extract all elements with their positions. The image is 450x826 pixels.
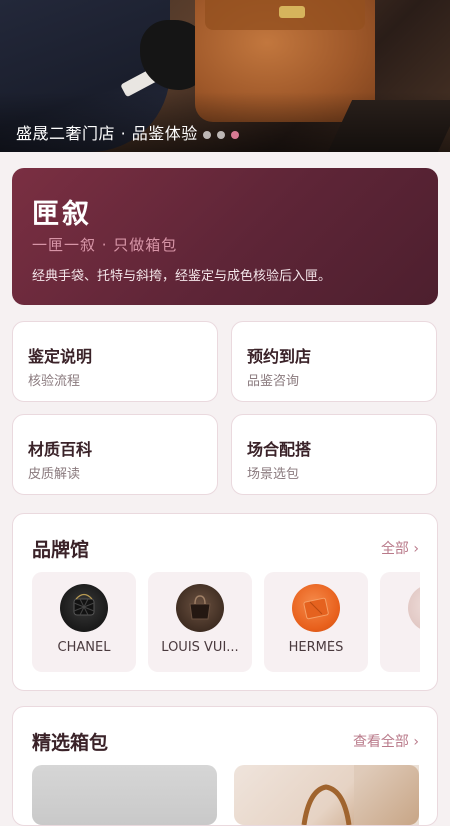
banner-caption: 盛晟二奢门店 · 品鉴体验 [16, 124, 198, 143]
quick-link-title: 预约到店 [247, 347, 312, 366]
brand-intro-card: 匣叙 一匣一叙 · 只做箱包 经典手袋、托特与斜挎，经鉴定与成色核验后入匣。 [12, 168, 438, 305]
view-all-featured-link[interactable]: 查看全部 › [353, 731, 419, 751]
brand-card-louis-vuitton[interactable]: LOUIS VUI... [148, 572, 252, 672]
quick-link-subtitle: 皮质解读 [28, 467, 81, 482]
carousel-dot[interactable] [217, 131, 225, 139]
view-all-brands-link[interactable]: 全部 › [381, 538, 419, 558]
featured-bags-section: 精选箱包 查看全部 › [12, 706, 438, 826]
carousel-dot-active[interactable] [231, 131, 239, 139]
lv-tote-bag-icon [176, 584, 224, 632]
brand-card-hermes[interactable]: HERMÈS [264, 572, 368, 672]
section-title: 品牌馆 [32, 539, 90, 561]
quick-link-appointment[interactable]: 预约到店 品鉴咨询 [231, 321, 437, 402]
hermes-orange-box-icon [292, 584, 340, 632]
brand-name: LOUIS VUI... [161, 640, 239, 655]
quick-link-authentication[interactable]: 鉴定说明 核验流程 [12, 321, 218, 402]
quick-link-title: 鉴定说明 [28, 347, 93, 366]
quick-link-subtitle: 核验流程 [28, 374, 81, 389]
quick-link-subtitle: 场景选包 [247, 467, 300, 482]
brand-tagline: 一匣一叙 · 只做箱包 [32, 236, 178, 254]
quick-link-title: 场合配搭 [247, 440, 312, 459]
section-title: 精选箱包 [32, 732, 109, 754]
hero-banner-carousel[interactable]: 盛晟二奢门店 · 品鉴体验 [0, 0, 450, 152]
brand-card-more[interactable]: D [380, 572, 420, 672]
brand-name: HERMÈS [288, 640, 344, 655]
quick-link-title: 材质百科 [28, 440, 93, 459]
brand-name: D [380, 640, 420, 655]
quick-link-subtitle: 品鉴咨询 [247, 374, 300, 389]
featured-bag-image[interactable] [234, 765, 419, 825]
brand-card-chanel[interactable]: CHANEL [32, 572, 136, 672]
brand-description: 经典手袋、托特与斜挎，经鉴定与成色核验后入匣。 [32, 269, 332, 284]
carousel-dot[interactable] [203, 131, 211, 139]
brand-bag-icon [408, 584, 420, 632]
banner-photo-lock [279, 6, 305, 18]
brand-name: CHANEL [57, 640, 111, 655]
brand-hall-section: 品牌馆 全部 › CHANEL LOUIS VUI... HERMÈS [12, 513, 438, 691]
chanel-quilted-bag-icon [60, 584, 108, 632]
brand-title: 匣叙 [32, 199, 92, 230]
featured-bag-image[interactable] [32, 765, 217, 825]
quick-link-occasion[interactable]: 场合配搭 场景选包 [231, 414, 437, 495]
quick-link-materials[interactable]: 材质百科 皮质解读 [12, 414, 218, 495]
carousel-indicator [203, 131, 239, 139]
brand-list[interactable]: CHANEL LOUIS VUI... HERMÈS D [32, 572, 420, 672]
